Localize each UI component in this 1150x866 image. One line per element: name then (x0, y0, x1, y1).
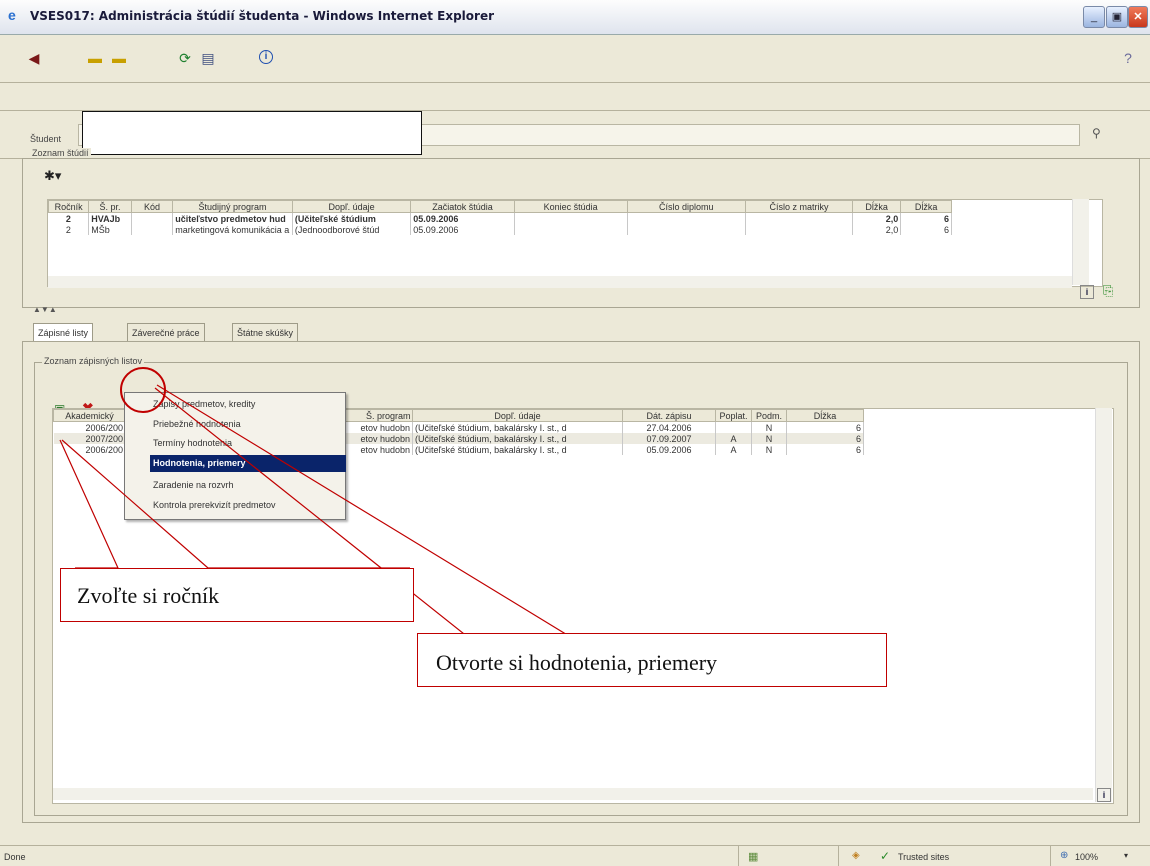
security-icon: ▦ (748, 851, 759, 863)
divider (838, 846, 839, 866)
status-text: Done (4, 852, 26, 862)
callout-pointer (59, 439, 119, 569)
zoom-icon[interactable]: ⊕ (1060, 850, 1068, 861)
check-icon: ✓ (880, 849, 891, 863)
annotation-lines (59, 367, 885, 662)
divider (1050, 846, 1051, 866)
status-bar: Done ▦ ◈ ✓ Trusted sites ⊕ 100% ▾ (0, 845, 1150, 866)
annotation-select-year: Zvoľte si ročník (60, 568, 414, 622)
annotation-open-grades: Otvorte si hodnotenia, priemery (417, 633, 887, 687)
divider (738, 846, 739, 866)
zone-icon: ◈ (852, 850, 860, 861)
zone-label: Trusted sites (898, 852, 950, 862)
chevron-down-icon[interactable]: ▾ (1124, 851, 1128, 860)
zoom-level[interactable]: 100% (1075, 852, 1098, 862)
